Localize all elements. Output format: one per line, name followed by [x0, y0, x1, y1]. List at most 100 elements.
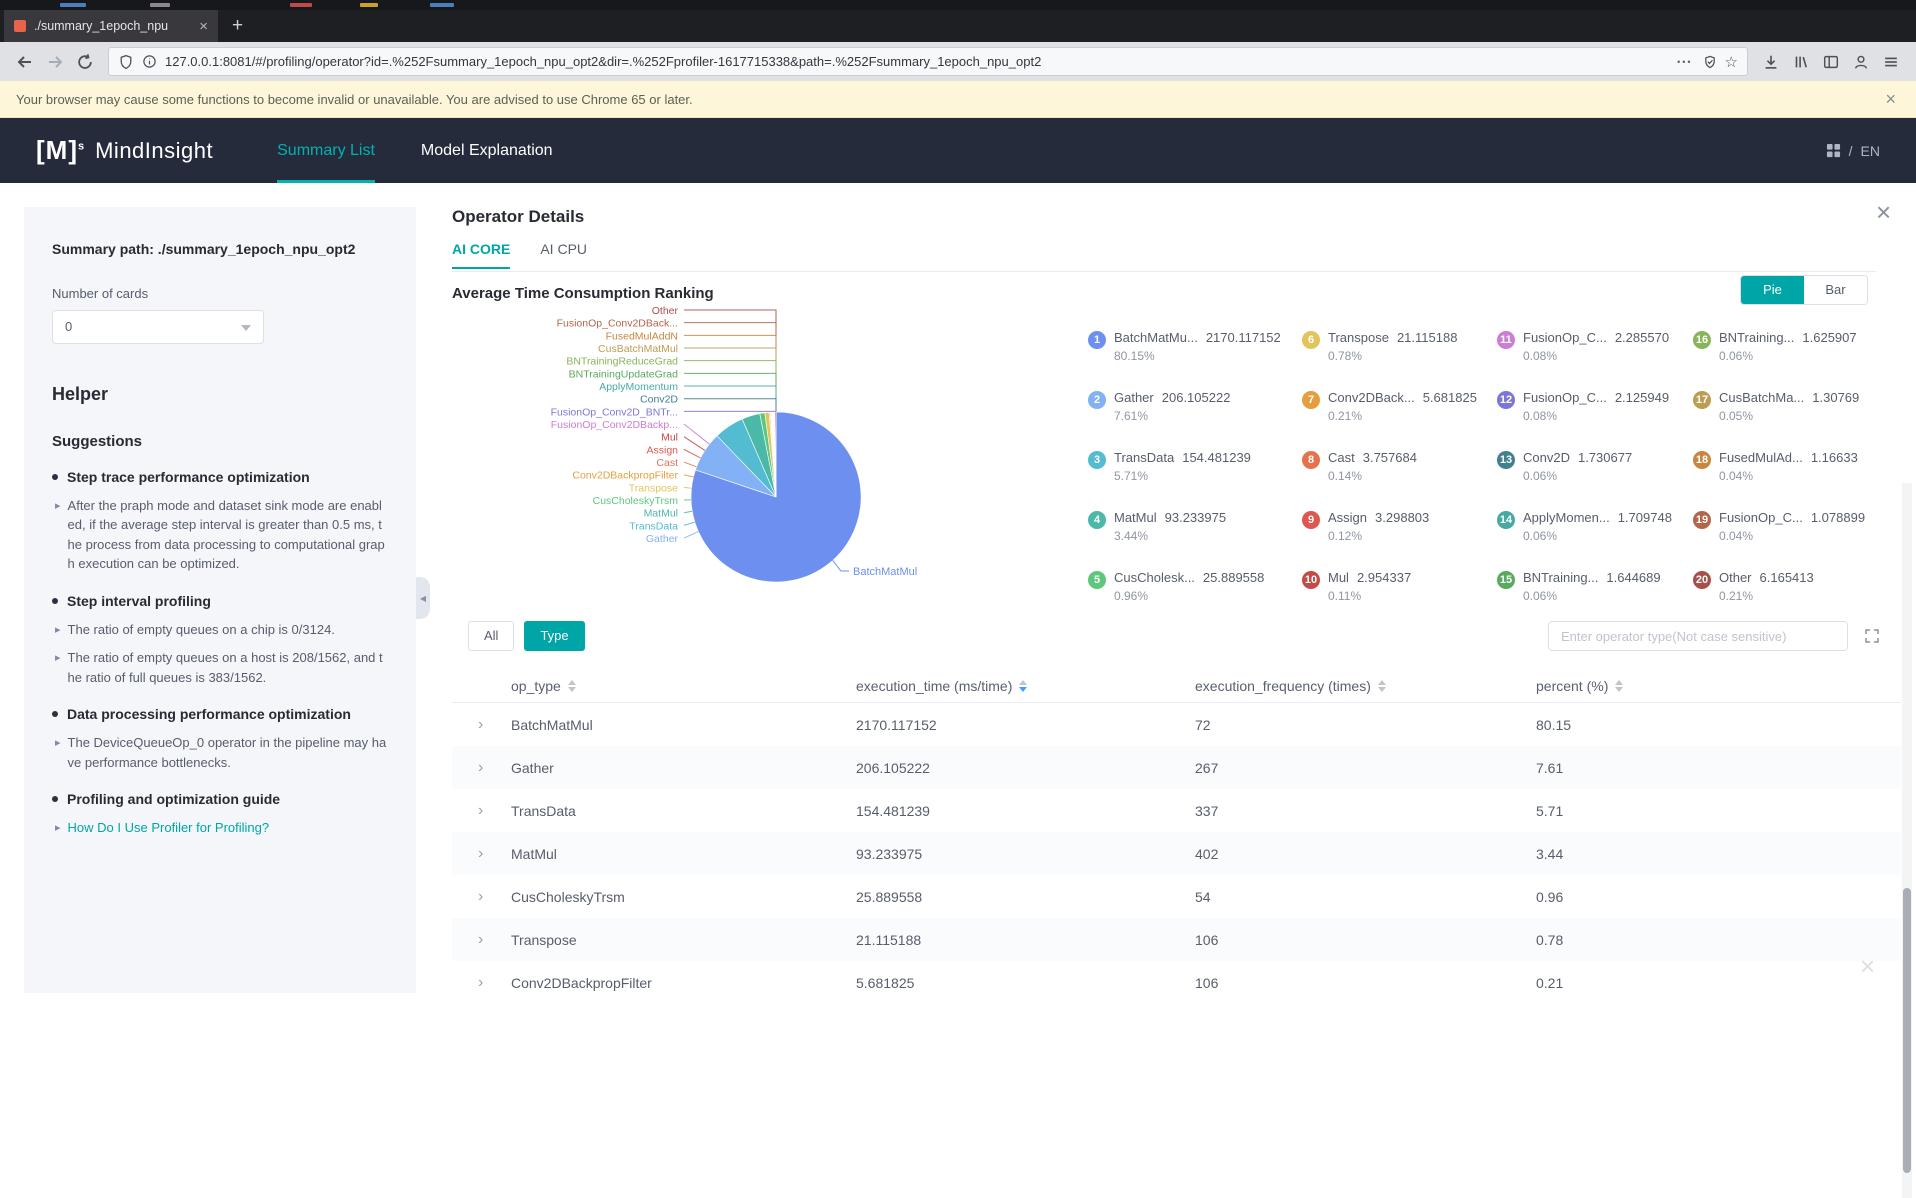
- legend-item[interactable]: 7 Conv2DBack...5.681825 0.21%: [1302, 383, 1497, 443]
- legend-item[interactable]: 13 Conv2D1.730677 0.06%: [1497, 443, 1693, 503]
- notice-close-icon[interactable]: ×: [1885, 89, 1896, 110]
- tab-ai-cpu[interactable]: AI CPU: [540, 241, 587, 267]
- language-grid-icon[interactable]: [1826, 143, 1841, 158]
- operator-search-input[interactable]: [1548, 621, 1848, 651]
- browser-tab[interactable]: ./summary_1epoch_npu ×: [4, 10, 218, 42]
- suggestion-detail: ▸The ratio of empty queues on a chip is …: [55, 620, 388, 640]
- browser-toolbar: 127.0.0.1:8081/#/profiling/operator?id=.…: [0, 42, 1916, 81]
- menu-icon[interactable]: [1876, 47, 1906, 77]
- sidebar-collapse-handle[interactable]: ◀: [416, 577, 430, 619]
- nav-summary-list[interactable]: Summary List: [277, 118, 375, 183]
- nav-model-explanation[interactable]: Model Explanation: [421, 118, 553, 183]
- filter-type-button[interactable]: Type: [524, 621, 584, 651]
- legend-item[interactable]: 18 FusedMulAd...1.16633 0.04%: [1693, 443, 1888, 503]
- legend-item[interactable]: 16 BNTraining...1.625907 0.06%: [1693, 323, 1888, 383]
- legend-item[interactable]: 19 FusionOp_C...1.078899 0.04%: [1693, 503, 1888, 563]
- pie-label-line: [684, 475, 693, 477]
- legend-percent: 0.21%: [1328, 409, 1477, 423]
- forward-button[interactable]: [40, 47, 70, 77]
- help-link[interactable]: How Do I Use Profiler for Profiling?: [68, 818, 270, 838]
- legend-item[interactable]: 17 CusBatchMa...1.30769 0.05%: [1693, 383, 1888, 443]
- legend-item[interactable]: 11 FusionOp_C...2.285570 0.08%: [1497, 323, 1693, 383]
- cards-select[interactable]: 0: [52, 310, 264, 344]
- legend-name: BatchMatMu...: [1114, 330, 1198, 345]
- legend-percent: 0.05%: [1719, 409, 1859, 423]
- pie-label-line: [684, 373, 776, 411]
- legend-value: 2170.117152: [1206, 330, 1281, 345]
- legend-name: FusionOp_C...: [1719, 510, 1803, 525]
- sort-carets-icon[interactable]: [1378, 676, 1386, 696]
- sort-desc-icon: [1615, 687, 1623, 696]
- legend-value: 1.30769: [1812, 390, 1859, 405]
- permissions-shield-icon[interactable]: [1703, 55, 1717, 69]
- row-expand-icon[interactable]: ›: [452, 845, 511, 863]
- column-header-execution_frequency[interactable]: execution_frequency (times): [1195, 676, 1536, 696]
- url-bar[interactable]: 127.0.0.1:8081/#/profiling/operator?id=.…: [108, 47, 1748, 76]
- suggestion-title: Profiling and optimization guide: [52, 790, 388, 809]
- legend-item[interactable]: 3 TransData154.481239 5.71%: [1088, 443, 1302, 503]
- sidebar-toggle-icon[interactable]: [1816, 47, 1846, 77]
- filter-all-button[interactable]: All: [468, 621, 514, 651]
- back-button[interactable]: [10, 47, 40, 77]
- mindinsight-logo: [M]s: [36, 135, 85, 166]
- column-header-execution_time[interactable]: execution_time (ms/time): [856, 676, 1195, 696]
- sort-carets-icon[interactable]: [568, 676, 576, 696]
- row-expand-icon[interactable]: ›: [452, 759, 511, 777]
- column-header-percent[interactable]: percent (%): [1536, 676, 1901, 696]
- reload-button[interactable]: [70, 47, 100, 77]
- legend-name: MatMul: [1114, 510, 1157, 525]
- sort-carets-icon[interactable]: [1615, 676, 1623, 696]
- legend-item[interactable]: 2 Gather206.105222 7.61%: [1088, 383, 1302, 443]
- legend-item[interactable]: 6 Transpose21.115188 0.78%: [1302, 323, 1497, 383]
- legend-item[interactable]: 4 MatMul93.233975 3.44%: [1088, 503, 1302, 563]
- suggestion-detail-text: The ratio of empty queues on a host is 2…: [68, 648, 388, 687]
- row-expand-icon[interactable]: ›: [452, 931, 511, 949]
- legend-item[interactable]: 10 Mul2.954337 0.11%: [1302, 563, 1497, 623]
- vertical-scrollbar[interactable]: [1902, 483, 1912, 1198]
- legend-item[interactable]: 9 Assign3.298803 0.12%: [1302, 503, 1497, 563]
- legend-item[interactable]: 12 FusionOp_C...2.125949 0.08%: [1497, 383, 1693, 443]
- language-switch[interactable]: EN: [1861, 143, 1880, 159]
- column-label: execution_frequency (times): [1195, 678, 1371, 694]
- cards-select-value: 0: [65, 319, 72, 334]
- page-actions-icon[interactable]: •••: [1677, 57, 1692, 67]
- scrollbar-thumb[interactable]: [1903, 888, 1911, 1173]
- tab-close-icon[interactable]: ×: [199, 18, 208, 35]
- legend-percent: 0.11%: [1328, 589, 1411, 603]
- legend-item[interactable]: 15 BNTraining...1.644689 0.06%: [1497, 563, 1693, 623]
- legend-item[interactable]: 20 Other6.165413 0.21%: [1693, 563, 1888, 623]
- legend-item[interactable]: 8 Cast3.757684 0.14%: [1302, 443, 1497, 503]
- panel-close-icon[interactable]: ×: [1876, 197, 1891, 228]
- pie-label-line: [684, 323, 776, 411]
- row-expand-icon[interactable]: ›: [452, 716, 511, 734]
- bookmark-star-icon[interactable]: ☆: [1725, 53, 1738, 71]
- percent-cell: 5.71: [1536, 803, 1901, 819]
- fullscreen-icon[interactable]: [1864, 628, 1880, 644]
- legend-item[interactable]: 5 CusCholesk...25.889558 0.96%: [1088, 563, 1302, 623]
- legend-value: 3.757684: [1363, 450, 1417, 465]
- account-icon[interactable]: [1846, 47, 1876, 77]
- row-expand-icon[interactable]: ›: [452, 802, 511, 820]
- page-content: Summary path: ./summary_1epoch_npu_opt2 …: [0, 183, 1916, 1015]
- pie-label-line: [684, 532, 698, 538]
- new-tab-button[interactable]: +: [232, 15, 243, 37]
- legend-item[interactable]: 14 ApplyMomen...1.709748 0.06%: [1497, 503, 1693, 563]
- number-of-cards-label: Number of cards: [52, 286, 388, 301]
- row-expand-icon[interactable]: ›: [452, 888, 511, 906]
- library-icon[interactable]: [1786, 47, 1816, 77]
- legend-item[interactable]: 1 BatchMatMu...2170.117152 80.15%: [1088, 323, 1302, 383]
- sort-carets-icon[interactable]: [1019, 676, 1027, 696]
- legend-name: Transpose: [1328, 330, 1389, 345]
- menubar-fragment: [430, 3, 454, 7]
- row-expand-icon[interactable]: ›: [452, 974, 511, 992]
- chart-toggle-pie[interactable]: Pie: [1741, 276, 1804, 304]
- legend-name: Conv2DBack...: [1328, 390, 1415, 405]
- chart-toggle-bar[interactable]: Bar: [1804, 276, 1867, 304]
- page-info-icon[interactable]: [142, 54, 157, 69]
- tab-ai-core[interactable]: AI CORE: [452, 241, 510, 269]
- download-icon[interactable]: [1756, 47, 1786, 77]
- execution-time-cell: 21.115188: [856, 932, 1195, 948]
- pie-label: BNTrainingReduceGrad: [566, 356, 678, 368]
- tracking-protection-shield-icon[interactable]: [118, 54, 134, 70]
- column-header-op_type[interactable]: op_type: [511, 676, 856, 696]
